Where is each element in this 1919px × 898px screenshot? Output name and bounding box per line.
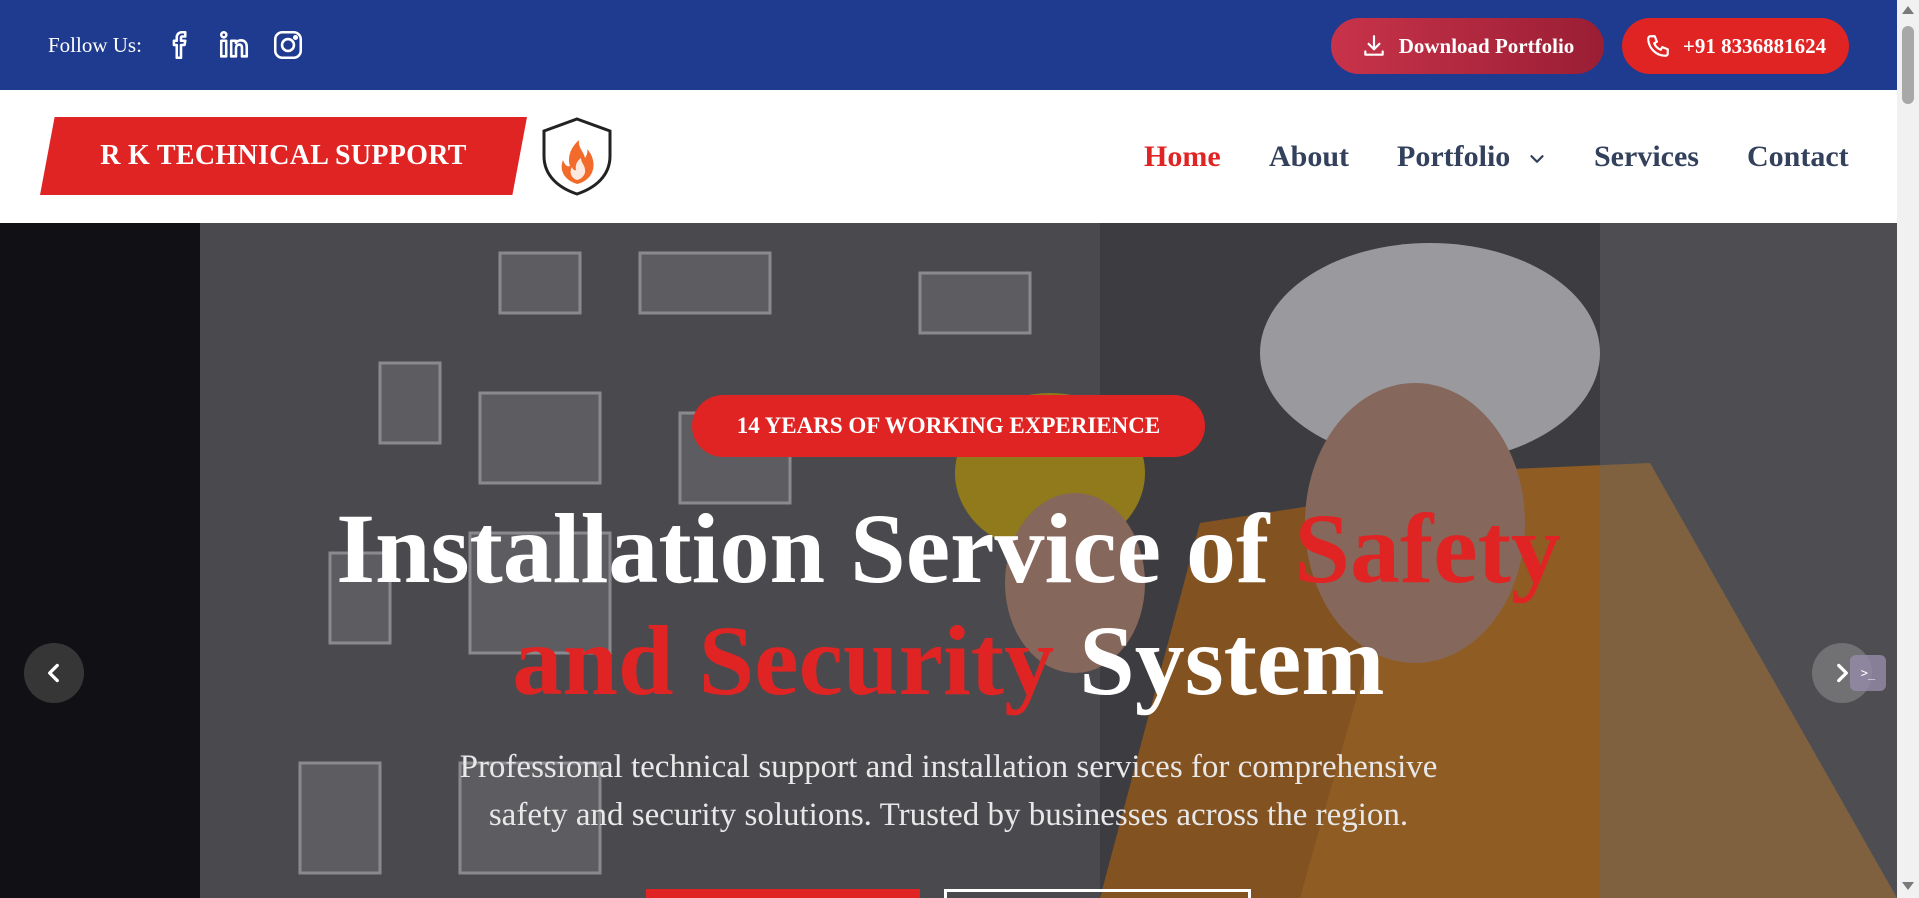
follow-us-label: Follow Us: (48, 33, 142, 57)
instagram-icon[interactable] (271, 28, 305, 62)
slider-prev-button[interactable] (24, 643, 84, 703)
download-icon (1363, 35, 1384, 56)
page-scrollbar[interactable] (1897, 0, 1919, 898)
hero-secondary-button[interactable] (944, 889, 1251, 898)
nav-portfolio-label: Portfolio (1397, 140, 1511, 173)
nav-contact[interactable]: Contact (1747, 140, 1849, 174)
scroll-down-arrow-icon[interactable] (1902, 882, 1914, 890)
headline-accent-safety: Safety (1294, 493, 1561, 604)
scroll-up-arrow-icon[interactable] (1902, 6, 1914, 14)
hero-slider: 14 YEARS OF WORKING EXPERIENCE Installat… (0, 223, 1897, 898)
hero-subtitle-line1: Professional technical support and insta… (459, 749, 1438, 785)
nav-portfolio[interactable]: Portfolio (1397, 140, 1548, 174)
headline-part1: Installation Service of (336, 493, 1295, 604)
fire-shield-logo-icon (542, 117, 612, 196)
phone-icon (1647, 35, 1669, 57)
download-portfolio-button[interactable]: Download Portfolio (1331, 18, 1604, 74)
code-tool-icon[interactable]: >_ (1850, 655, 1886, 691)
brand-name: R K TECHNICAL SUPPORT (100, 140, 467, 171)
linkedin-icon[interactable] (217, 28, 251, 62)
headline-part2: System (1054, 605, 1385, 716)
nav-services[interactable]: Services (1594, 140, 1699, 174)
scrollbar-thumb[interactable] (1902, 26, 1914, 104)
experience-badge: 14 YEARS OF WORKING EXPERIENCE (692, 395, 1205, 457)
chevron-down-icon (1530, 155, 1544, 164)
facebook-icon[interactable] (164, 28, 198, 62)
site-header: R K TECHNICAL SUPPORT Home About Portfol… (0, 90, 1897, 223)
nav-about[interactable]: About (1269, 140, 1349, 174)
hero-primary-button[interactable] (646, 889, 920, 898)
download-portfolio-label: Download Portfolio (1398, 33, 1575, 58)
headline-accent-security: and Security (512, 605, 1055, 716)
brand-logo-text[interactable]: R K TECHNICAL SUPPORT (40, 117, 527, 195)
phone-button[interactable]: +91 8336881624 (1622, 18, 1849, 74)
hero-subtitle: Professional technical support and insta… (370, 743, 1527, 839)
experience-badge-text: 14 YEARS OF WORKING EXPERIENCE (736, 413, 1161, 438)
nav-home[interactable]: Home (1144, 140, 1221, 174)
phone-number-label: +91 8336881624 (1682, 33, 1827, 58)
hero-headline: Installation Service of Safety and Secur… (0, 493, 1897, 717)
chevron-left-icon (48, 663, 59, 683)
hero-subtitle-line2: safety and security solutions. Trusted b… (488, 797, 1409, 833)
top-bar: Follow Us: Download Portfolio +91 833688… (0, 0, 1897, 90)
